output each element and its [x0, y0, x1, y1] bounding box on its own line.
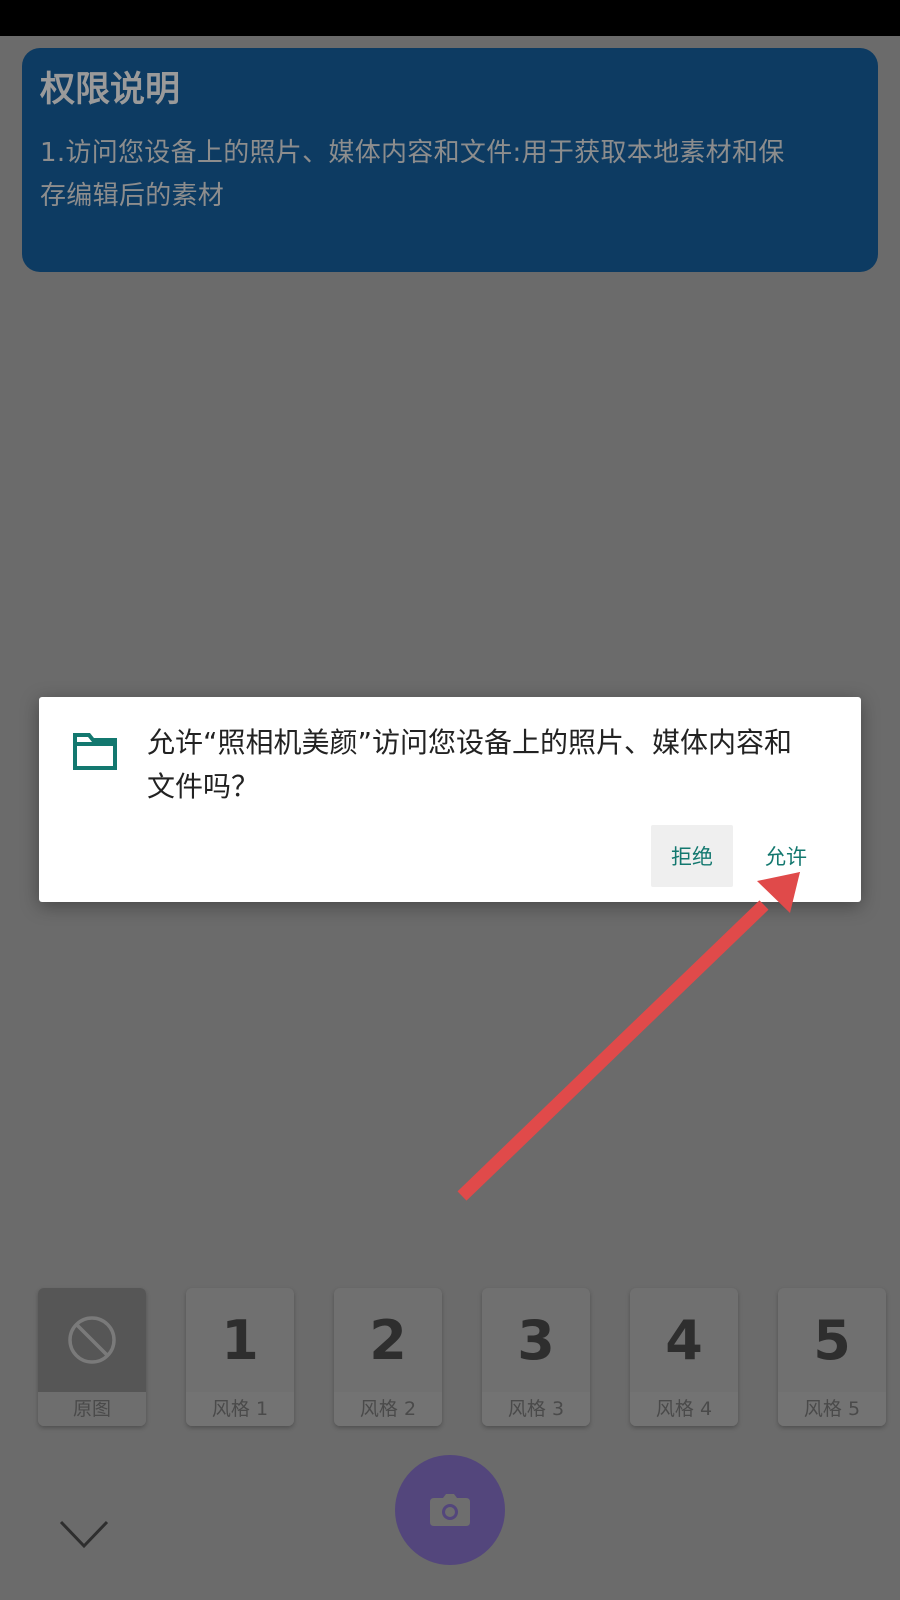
style-number: 2 [369, 1308, 407, 1372]
style-thumb: 1 [186, 1288, 294, 1392]
permission-line-2: 存编辑后的素材 [40, 181, 225, 211]
allow-button[interactable]: 允许 [744, 825, 828, 887]
style-item-1[interactable]: 1 风格 1 [186, 1288, 294, 1426]
style-thumb: 2 [334, 1288, 442, 1392]
style-item-4[interactable]: 4 风格 4 [630, 1288, 738, 1426]
no-filter-icon [68, 1316, 116, 1364]
dialog-message-line-1: 允许“照相机美颜”访问您设备上的照片、媒体内容和 [147, 726, 793, 759]
chevron-down-icon[interactable] [58, 1518, 110, 1552]
camera-icon [430, 1494, 470, 1526]
arrow-shaft [457, 900, 769, 1201]
style-item-5[interactable]: 5 风格 5 [778, 1288, 886, 1426]
style-label: 风格 1 [186, 1392, 294, 1426]
permission-title: 权限说明 [40, 70, 181, 110]
permission-description: 1.访问您设备上的照片、媒体内容和文件:用于获取本地素材和保 存编辑后的素材 [40, 132, 860, 218]
style-thumb: 3 [482, 1288, 590, 1392]
deny-button[interactable]: 拒绝 [651, 825, 733, 887]
style-number: 1 [221, 1308, 259, 1372]
style-thumb: 4 [630, 1288, 738, 1392]
shutter-button[interactable] [395, 1455, 505, 1565]
screen: 权限说明 1.访问您设备上的照片、媒体内容和文件:用于获取本地素材和保 存编辑后… [0, 0, 900, 1600]
style-item-3[interactable]: 3 风格 3 [482, 1288, 590, 1426]
style-number: 5 [813, 1308, 851, 1372]
permission-line-1: 1.访问您设备上的照片、媒体内容和文件:用于获取本地素材和保 [40, 138, 785, 168]
style-item-original[interactable]: 原图 [38, 1288, 146, 1426]
status-bar [0, 0, 900, 36]
style-label: 原图 [38, 1392, 146, 1426]
style-label: 风格 4 [630, 1392, 738, 1426]
style-label: 风格 2 [334, 1392, 442, 1426]
permission-dialog: 允许“照相机美颜”访问您设备上的照片、媒体内容和 文件吗？ 拒绝 允许 [39, 697, 861, 902]
style-label: 风格 3 [482, 1392, 590, 1426]
folder-icon [73, 733, 117, 770]
style-label: 风格 5 [778, 1392, 886, 1426]
style-item-2[interactable]: 2 风格 2 [334, 1288, 442, 1426]
style-thumb [38, 1288, 146, 1392]
style-list: 原图 1 风格 1 2 风格 2 3 风格 3 4 风格 4 5 风格 5 [38, 1288, 900, 1428]
style-number: 4 [665, 1308, 703, 1372]
style-number: 3 [517, 1308, 555, 1372]
permission-card: 权限说明 1.访问您设备上的照片、媒体内容和文件:用于获取本地素材和保 存编辑后… [22, 48, 878, 272]
style-thumb: 5 [778, 1288, 886, 1392]
dialog-message-line-2: 文件吗？ [147, 770, 260, 803]
dialog-message: 允许“照相机美颜”访问您设备上的照片、媒体内容和 文件吗？ [147, 721, 837, 809]
